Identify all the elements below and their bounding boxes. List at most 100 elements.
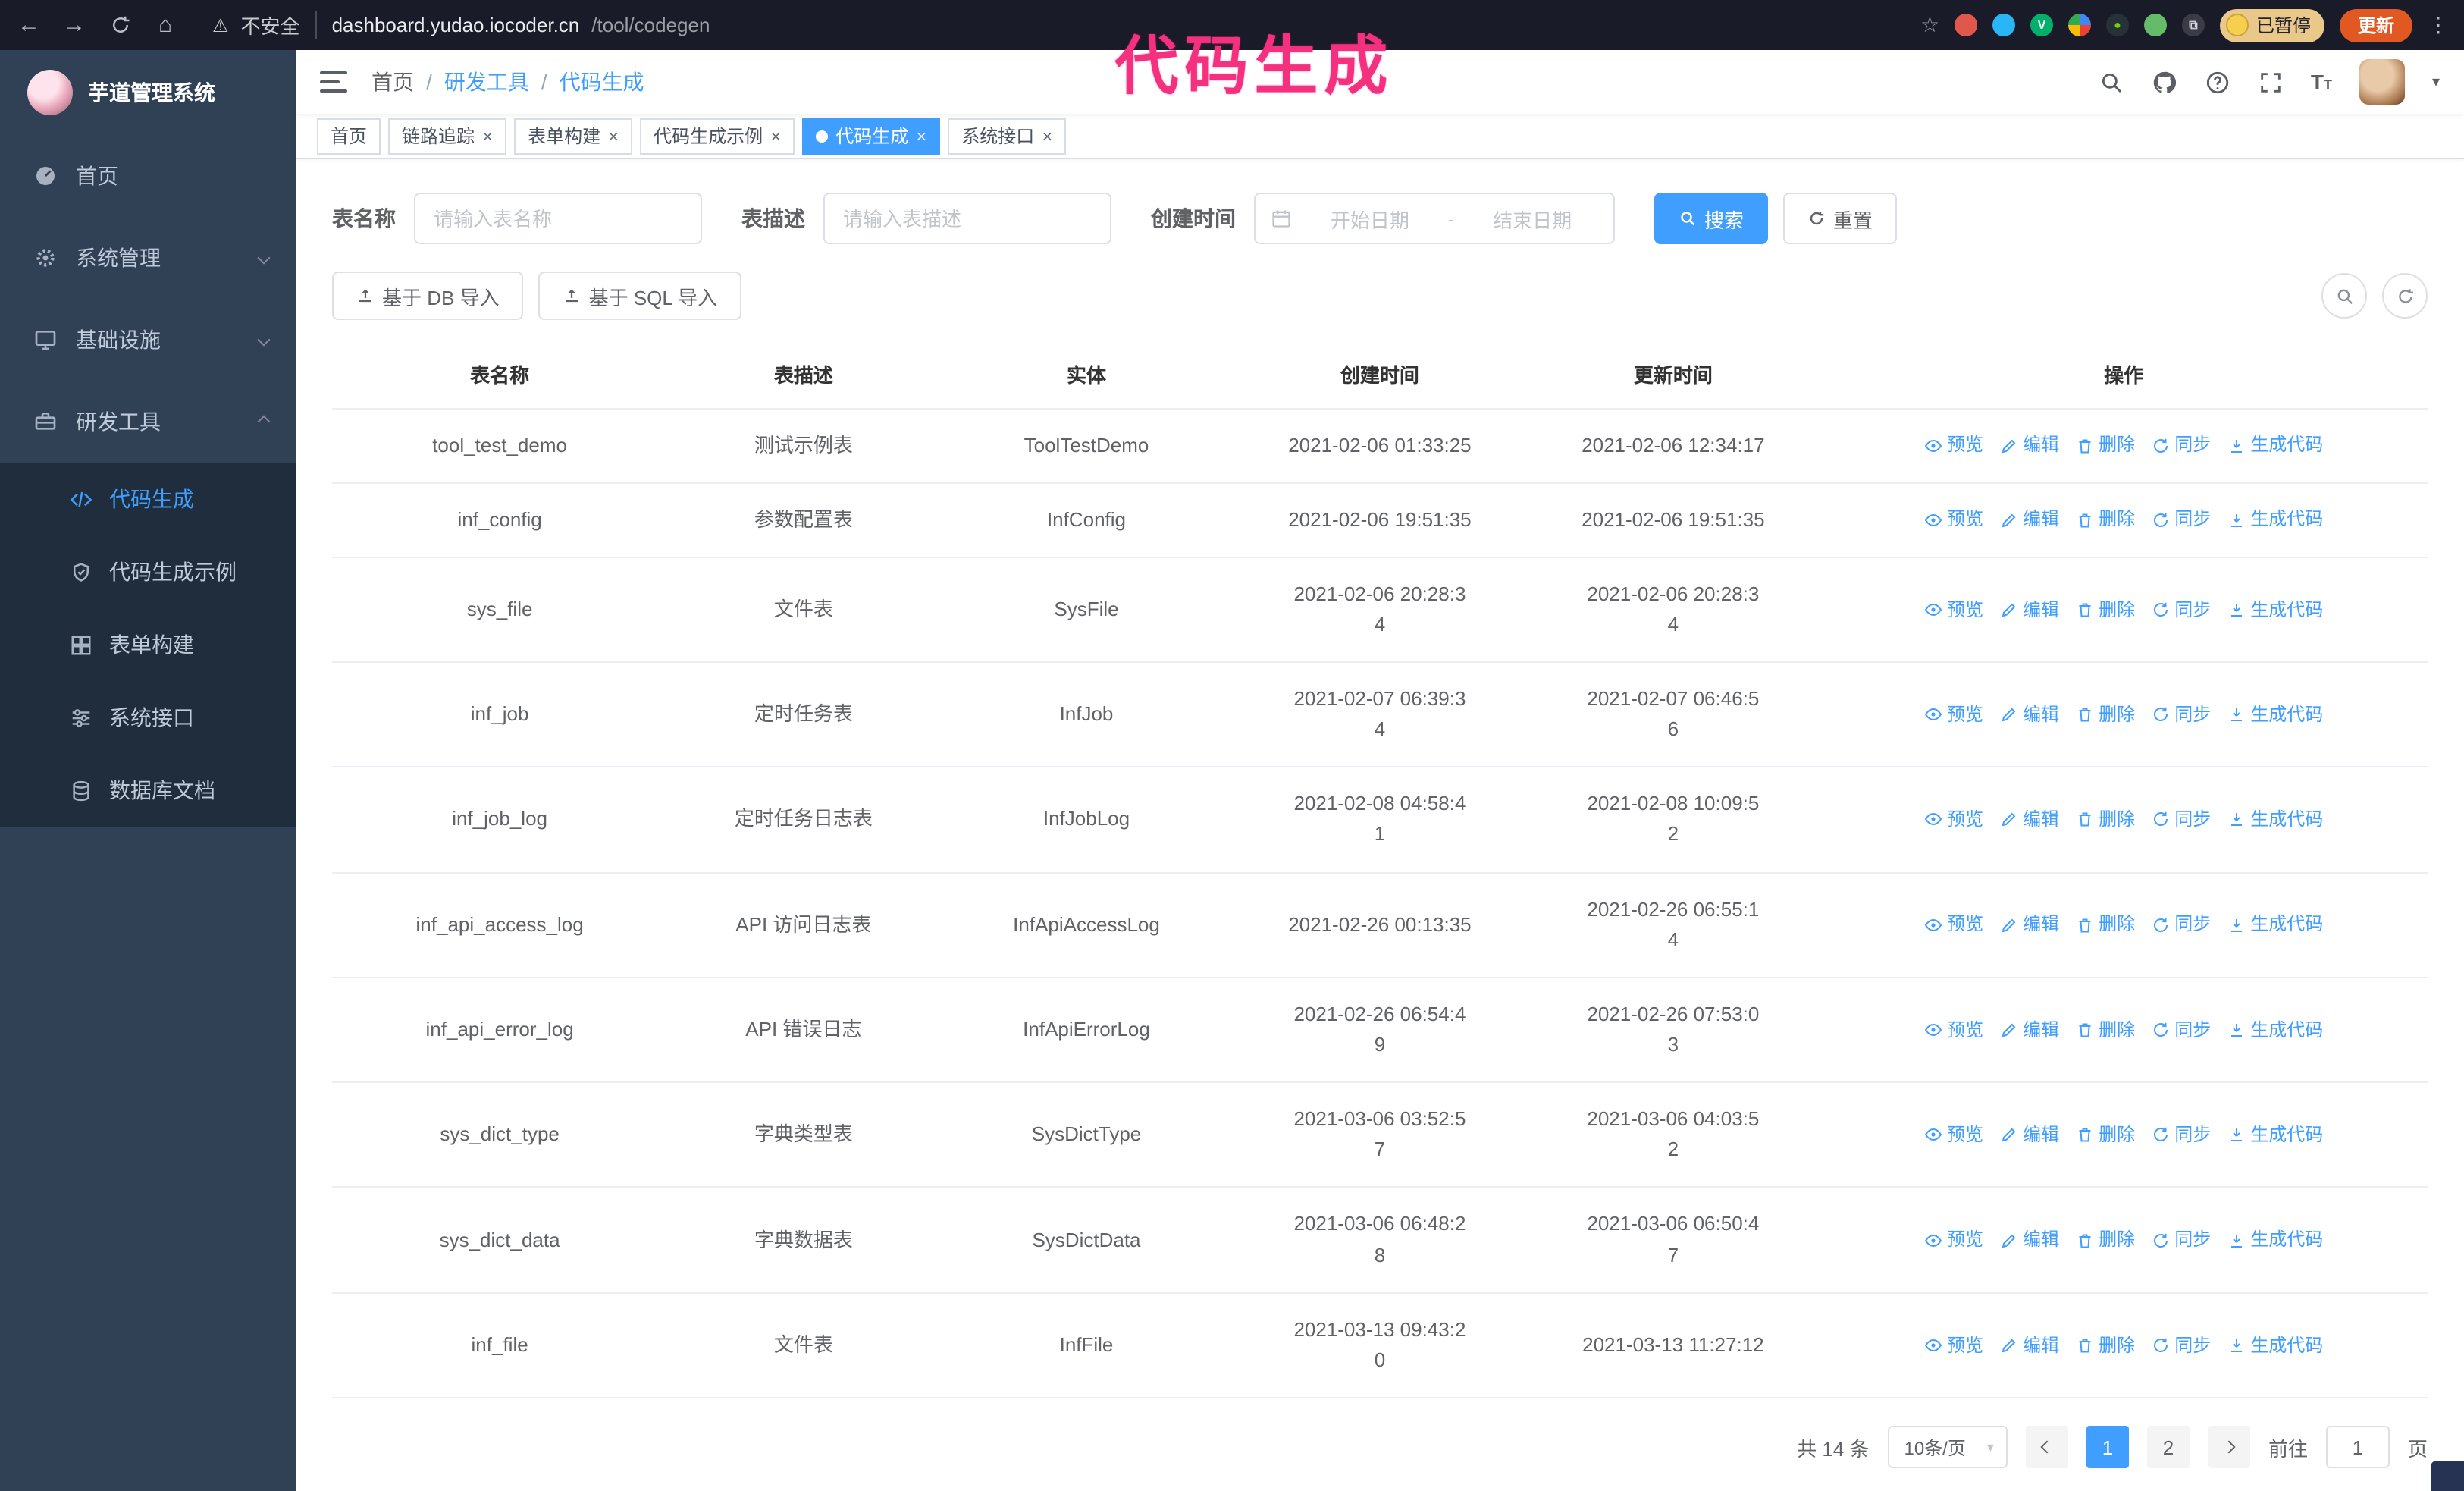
bookmark-star-icon[interactable]: ☆ <box>1920 12 1939 38</box>
breadcrumb-devtools[interactable]: 研发工具 <box>444 67 529 97</box>
help-icon[interactable] <box>2205 69 2230 95</box>
import-sql-button[interactable]: 基于 SQL 导入 <box>538 272 742 320</box>
font-size-icon[interactable]: TT <box>2311 70 2332 94</box>
user-avatar[interactable] <box>2359 59 2405 105</box>
sync-link[interactable]: 同步 <box>2152 805 2211 833</box>
edit-link[interactable]: 编辑 <box>2000 805 2059 833</box>
delete-link[interactable]: 删除 <box>2076 1016 2135 1044</box>
tab[interactable]: 代码生成 × <box>802 118 941 154</box>
generate-code-link[interactable]: 生成代码 <box>2227 1016 2323 1044</box>
edit-link[interactable]: 编辑 <box>2000 1331 2059 1359</box>
delete-link[interactable]: 删除 <box>2076 506 2135 534</box>
sidebar-item-form-builder[interactable]: 表单构建 <box>0 608 296 681</box>
chrome-menu-icon[interactable]: ⋮ <box>2428 12 2449 38</box>
extension-icon[interactable] <box>1954 14 1977 36</box>
extension-icon[interactable] <box>2143 14 2167 36</box>
search-button[interactable]: 搜索 <box>1654 193 1769 244</box>
page-button-2[interactable]: 2 <box>2146 1426 2190 1469</box>
tab-close-icon[interactable]: × <box>1042 127 1052 145</box>
generate-code-link[interactable]: 生成代码 <box>2227 595 2323 623</box>
preview-link[interactable]: 预览 <box>1924 1121 1983 1149</box>
sidebar-item-infra[interactable]: 基础设施 <box>0 299 296 381</box>
app-logo[interactable]: 芋道管理系统 <box>0 50 296 135</box>
delete-link[interactable]: 删除 <box>2076 911 2135 939</box>
page-button-1[interactable]: 1 <box>2086 1426 2129 1469</box>
preview-link[interactable]: 预览 <box>1924 1016 1983 1044</box>
fullscreen-icon[interactable] <box>2258 69 2284 95</box>
delete-link[interactable]: 删除 <box>2076 1226 2135 1254</box>
tab[interactable]: 代码生成示例 × <box>640 118 795 154</box>
delete-link[interactable]: 删除 <box>2076 1331 2135 1359</box>
tab-close-icon[interactable]: × <box>770 127 781 145</box>
sidebar-item-devtools[interactable]: 研发工具 <box>0 381 296 463</box>
edit-link[interactable]: 编辑 <box>2000 701 2059 729</box>
sidebar-item-codegen-example[interactable]: 代码生成示例 <box>0 535 296 608</box>
tab-close-icon[interactable]: × <box>482 127 493 145</box>
delete-link[interactable]: 删除 <box>2076 432 2135 460</box>
next-page-button[interactable] <box>2207 1426 2250 1469</box>
edit-link[interactable]: 编辑 <box>2000 506 2059 534</box>
sync-link[interactable]: 同步 <box>2152 701 2211 729</box>
preview-link[interactable]: 预览 <box>1924 432 1983 460</box>
edit-link[interactable]: 编辑 <box>2000 432 2059 460</box>
sidebar-item-home[interactable]: 首页 <box>0 135 296 217</box>
sync-link[interactable]: 同步 <box>2152 506 2211 534</box>
table-desc-input[interactable] <box>823 193 1111 244</box>
github-icon[interactable] <box>2152 69 2177 95</box>
toggle-search-icon[interactable] <box>2321 273 2367 319</box>
page-size-select[interactable]: 10条/页 ▾ <box>1887 1426 2008 1469</box>
tab-close-icon[interactable]: × <box>608 127 619 145</box>
forward-icon[interactable]: → <box>61 12 88 38</box>
breadcrumb-home[interactable]: 首页 <box>371 67 414 97</box>
generate-code-link[interactable]: 生成代码 <box>2227 701 2323 729</box>
generate-code-link[interactable]: 生成代码 <box>2227 1121 2323 1149</box>
tab[interactable]: 表单构建 × <box>514 118 633 154</box>
prev-page-button[interactable] <box>2025 1426 2068 1469</box>
sync-link[interactable]: 同步 <box>2152 432 2211 460</box>
profile-paused-badge[interactable]: 已暂停 <box>2219 8 2324 42</box>
sidebar-item-codegen[interactable]: 代码生成 <box>0 463 296 535</box>
table-name-input[interactable] <box>414 193 702 244</box>
sync-link[interactable]: 同步 <box>2152 1226 2211 1254</box>
sync-link[interactable]: 同步 <box>2152 1331 2211 1359</box>
tab-close-icon[interactable]: × <box>916 127 926 145</box>
reload-icon[interactable] <box>106 14 133 36</box>
back-icon[interactable]: ← <box>15 12 42 38</box>
preview-link[interactable]: 预览 <box>1924 1226 1983 1254</box>
delete-link[interactable]: 删除 <box>2076 1121 2135 1149</box>
sync-link[interactable]: 同步 <box>2152 1121 2211 1149</box>
home-icon[interactable]: ⌂ <box>152 12 179 38</box>
preview-link[interactable]: 预览 <box>1924 701 1983 729</box>
preview-link[interactable]: 预览 <box>1924 506 1983 534</box>
generate-code-link[interactable]: 生成代码 <box>2227 911 2323 939</box>
generate-code-link[interactable]: 生成代码 <box>2227 506 2323 534</box>
extensions-puzzle-icon[interactable]: ⧉ <box>2181 14 2205 36</box>
generate-code-link[interactable]: 生成代码 <box>2227 1331 2323 1359</box>
sync-link[interactable]: 同步 <box>2152 911 2211 939</box>
extension-icon[interactable] <box>1992 14 2015 36</box>
edit-link[interactable]: 编辑 <box>2000 911 2059 939</box>
preview-link[interactable]: 预览 <box>1924 595 1983 623</box>
address-bar[interactable]: ⚠ 不安全 dashboard.yudao.iocoder.cn/tool/co… <box>197 11 1902 39</box>
generate-code-link[interactable]: 生成代码 <box>2227 432 2323 460</box>
preview-link[interactable]: 预览 <box>1924 805 1983 833</box>
import-db-button[interactable]: 基于 DB 导入 <box>332 272 524 320</box>
delete-link[interactable]: 删除 <box>2076 595 2135 623</box>
generate-code-link[interactable]: 生成代码 <box>2227 1226 2323 1254</box>
edit-link[interactable]: 编辑 <box>2000 1226 2059 1254</box>
preview-link[interactable]: 预览 <box>1924 911 1983 939</box>
extension-icon[interactable] <box>2067 14 2091 36</box>
edit-link[interactable]: 编辑 <box>2000 1016 2059 1044</box>
avatar-caret-icon[interactable]: ▾ <box>2432 74 2440 90</box>
sidebar-item-system[interactable]: 系统管理 <box>0 217 296 299</box>
tab[interactable]: 系统接口 × <box>948 118 1067 154</box>
floating-widget[interactable] <box>2431 1461 2464 1491</box>
search-icon[interactable] <box>2099 69 2124 95</box>
delete-link[interactable]: 删除 <box>2076 805 2135 833</box>
sync-link[interactable]: 同步 <box>2152 595 2211 623</box>
sidebar-toggle-icon[interactable] <box>320 71 347 93</box>
generate-code-link[interactable]: 生成代码 <box>2227 805 2323 833</box>
tab[interactable]: 首页 <box>317 118 381 154</box>
refresh-icon[interactable] <box>2382 273 2428 319</box>
chrome-update-button[interactable]: 更新 <box>2339 8 2412 42</box>
